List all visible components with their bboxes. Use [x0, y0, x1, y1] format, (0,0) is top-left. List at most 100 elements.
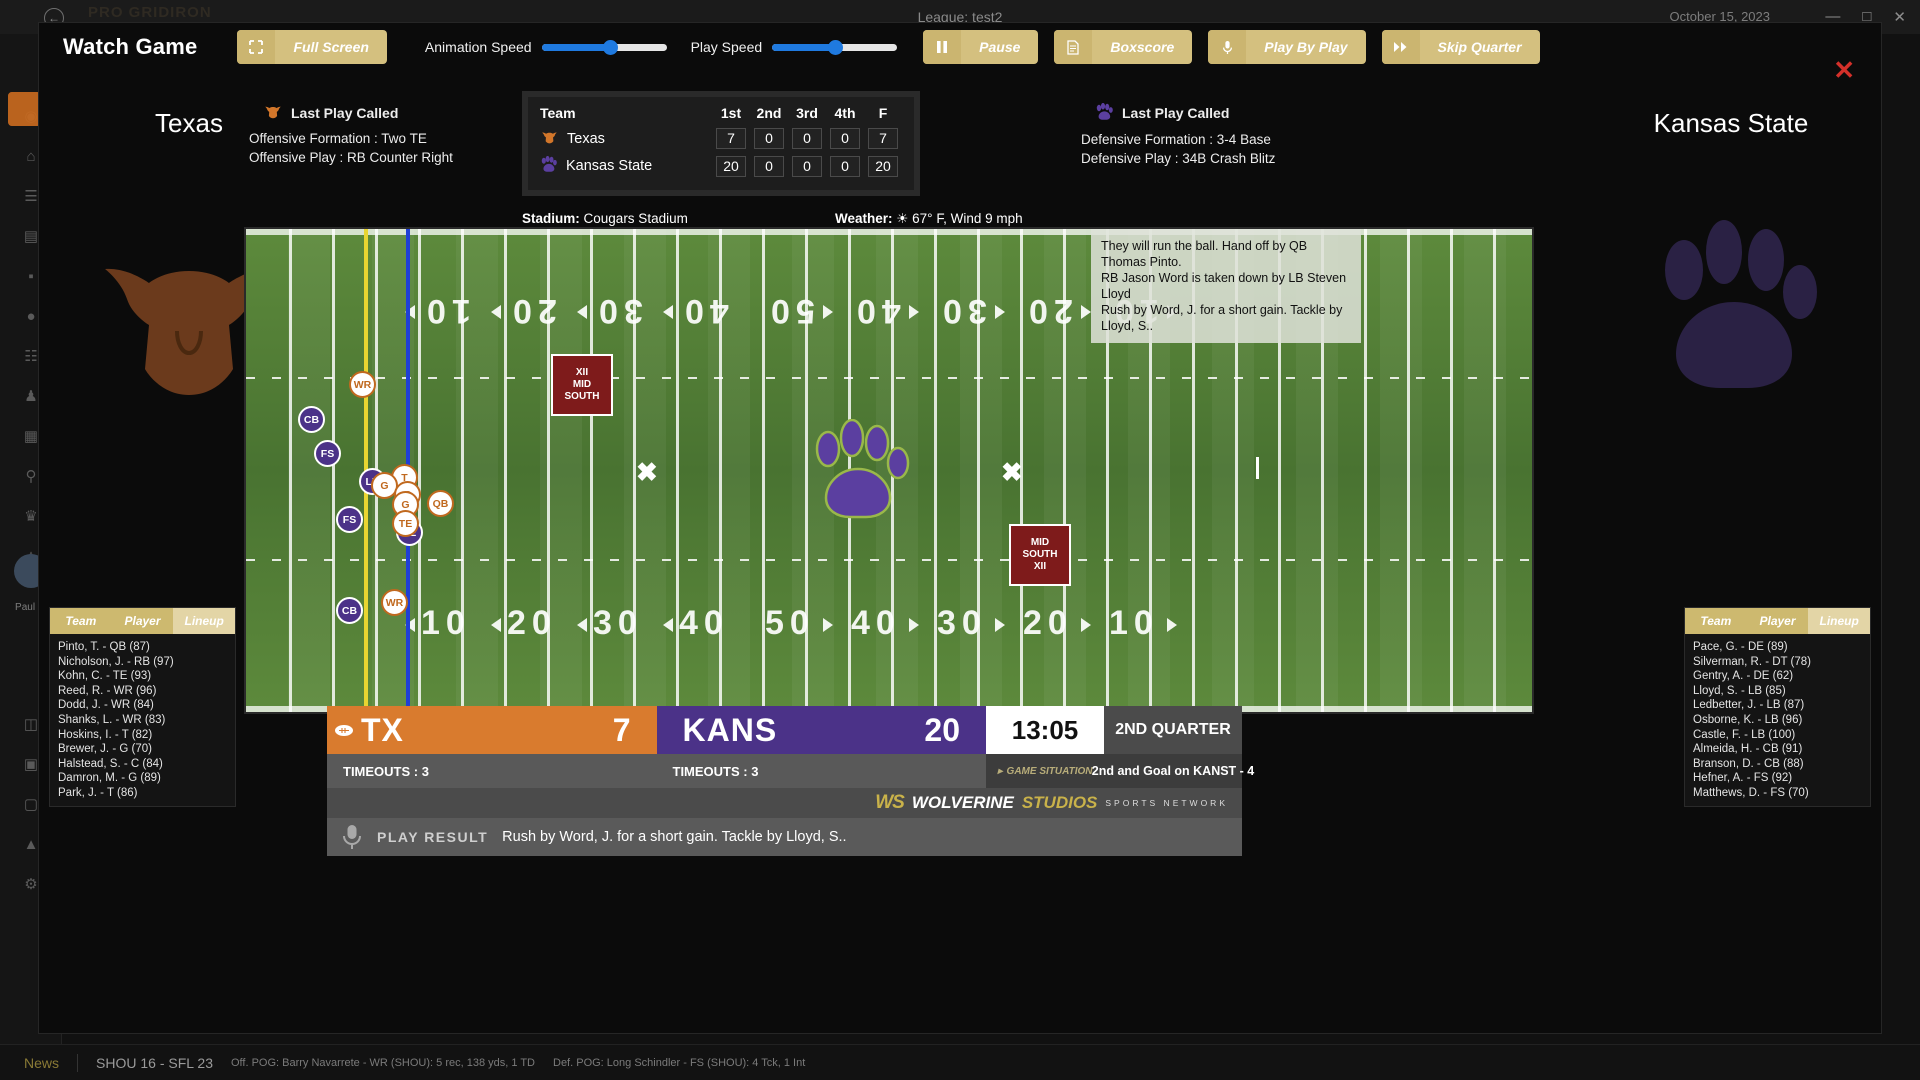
away-q2-cell: 0	[750, 152, 788, 180]
yard-number: 30	[937, 292, 987, 330]
microphone-icon	[1208, 30, 1247, 64]
status-def-pog: Def. POG: Long Schindler - FS (SHOU): 4 …	[553, 1056, 806, 1069]
home-roster-panel[interactable]: Team Player Lineup Pinto, T. - QB (87) Ni…	[49, 607, 236, 807]
play-speed-slider[interactable]	[772, 39, 898, 55]
list-item[interactable]: Pace, G. - DE (89)	[1693, 640, 1862, 655]
list-item[interactable]: Nicholson, J. - RB (97)	[58, 655, 227, 670]
expand-icon	[237, 30, 276, 64]
list-item[interactable]: Park, J. - T (86)	[58, 786, 227, 801]
weather-value: 67° F, Wind 9 mph	[912, 211, 1023, 226]
list-item[interactable]: Pinto, T. - QB (87)	[58, 640, 227, 655]
direction-arrow	[663, 618, 673, 632]
list-item[interactable]: Damron, M. - G (89)	[58, 771, 227, 786]
close-window-icon[interactable]: ✕	[1893, 8, 1906, 26]
boxscore-label: Boxscore	[1110, 39, 1175, 55]
tab-player[interactable]: Player	[1747, 608, 1809, 634]
list-item[interactable]: Branson, D. - CB (88)	[1693, 757, 1862, 772]
offense-player-te[interactable]: TE	[392, 510, 419, 537]
list-item[interactable]: Lloyd, S. - LB (85)	[1693, 684, 1862, 699]
list-item[interactable]: Hoskins, I. - T (82)	[58, 728, 227, 743]
yard-number: 10	[1109, 604, 1159, 642]
home-abbr: TX	[361, 711, 404, 748]
direction-arrow	[909, 618, 919, 632]
conference-logo-left: XII MID SOUTH	[551, 354, 613, 416]
defense-player-fs[interactable]: FS	[314, 440, 341, 467]
defense-play: Defensive Play : 34B Crash Blitz	[1081, 151, 1276, 166]
home-q1-cell: 7	[712, 125, 750, 152]
away-roster-tabs[interactable]: Team Player Lineup	[1685, 608, 1871, 634]
animation-speed-knob[interactable]	[603, 39, 619, 55]
document-icon	[1054, 30, 1093, 64]
row-team-away: Kansas State	[540, 152, 712, 180]
play-by-play-button[interactable]: Play By Play	[1208, 30, 1366, 64]
full-screen-button[interactable]: Full Screen	[237, 30, 387, 64]
list-item[interactable]: Shanks, L. - WR (83)	[58, 713, 227, 728]
direction-arrow	[663, 305, 673, 319]
tab-team[interactable]: Team	[1685, 608, 1747, 634]
football-field[interactable]: 102030405040302010 102030405040302010 XI…	[244, 227, 1534, 714]
tab-lineup[interactable]: Lineup	[1808, 608, 1871, 634]
list-item[interactable]: Ledbetter, J. - LB (87)	[1693, 698, 1862, 713]
play-by-play-label: Play By Play	[1264, 39, 1348, 55]
list-item[interactable]: Dodd, J. - WR (84)	[58, 698, 227, 713]
tab-player[interactable]: Player	[112, 608, 174, 634]
home-roster-list[interactable]: Pinto, T. - QB (87) Nicholson, J. - RB (9…	[50, 634, 235, 805]
skip-quarter-button[interactable]: Skip Quarter	[1381, 30, 1540, 64]
yard-line	[332, 229, 335, 712]
midfield-paw-logo	[806, 418, 916, 529]
status-news-label[interactable]: News	[24, 1055, 59, 1071]
defense-player-fs[interactable]: FS	[336, 506, 363, 533]
direction-arrow	[577, 305, 587, 319]
list-item[interactable]: Gentry, A. - DE (62)	[1693, 669, 1862, 684]
yard-number: 10	[421, 604, 471, 642]
play-speed-knob[interactable]	[827, 39, 843, 55]
last-play-offense-panel: Last Play Called Offensive Formation : T…	[249, 103, 453, 167]
play-result-text: Rush by Word, J. for a short gain. Tackl…	[502, 829, 847, 845]
defense-formation: Defensive Formation : 3-4 Base	[1081, 132, 1271, 147]
longhorn-icon	[540, 129, 559, 148]
list-item[interactable]: Almeida, H. - CB (91)	[1693, 742, 1862, 757]
offense-player-wr[interactable]: WR	[349, 371, 376, 398]
list-item[interactable]: Kohn, C. - TE (93)	[58, 669, 227, 684]
quarter-label: 2ND QUARTER	[1104, 706, 1242, 754]
table-row: Texas 7 0 0 0 7	[540, 125, 902, 152]
away-roster-panel[interactable]: Team Player Lineup Pace, G. - DE (89) Sil…	[1684, 607, 1871, 807]
home-q2-cell: 0	[750, 125, 788, 152]
table-row: Kansas State 20 0 0 0 20	[540, 152, 902, 180]
animation-speed-slider[interactable]	[541, 39, 667, 55]
list-item[interactable]: Halstead, S. - C (84)	[58, 757, 227, 772]
list-item[interactable]: Matthews, D. - FS (70)	[1693, 786, 1862, 801]
list-item[interactable]: Castle, F. - LB (100)	[1693, 728, 1862, 743]
direction-arrow	[1081, 618, 1091, 632]
away-final-cell: 20	[864, 152, 902, 180]
home-final: 7	[868, 128, 898, 149]
last-play-defense-panel: Last Play Called Defensive Formation : 3…	[1081, 102, 1276, 168]
yard-number: 20	[507, 292, 557, 330]
football-icon	[327, 724, 361, 737]
yard-number: 40	[851, 604, 901, 642]
game-situation-value: 2nd and Goal on KANST - 4	[1092, 754, 1254, 788]
list-item[interactable]: Osborne, K. - LB (96)	[1693, 713, 1862, 728]
col-q1: 1st	[720, 105, 742, 121]
offense-player-qb[interactable]: QB	[427, 490, 454, 517]
play-speed-control[interactable]: Play Speed	[691, 39, 898, 55]
animation-speed-control[interactable]: Animation Speed	[425, 39, 667, 55]
pause-button[interactable]: Pause	[923, 30, 1039, 64]
list-item[interactable]: Silverman, R. - DT (78)	[1693, 655, 1862, 670]
defense-player-cb[interactable]: CB	[298, 406, 325, 433]
tab-lineup[interactable]: Lineup	[173, 608, 236, 634]
defense-player-cb[interactable]: CB	[336, 597, 363, 624]
tab-team[interactable]: Team	[50, 608, 112, 634]
list-item[interactable]: Hefner, A. - FS (92)	[1693, 771, 1862, 786]
boxscore-button[interactable]: Boxscore	[1054, 30, 1193, 64]
list-item[interactable]: Reed, R. - WR (96)	[58, 684, 227, 699]
full-screen-label: Full Screen	[293, 39, 369, 55]
list-item[interactable]: Brewer, J. - G (70)	[58, 742, 227, 757]
home-live-score: 7	[612, 711, 631, 748]
col-q4: 4th	[834, 105, 856, 121]
brand-mark: WS	[875, 792, 905, 813]
offense-player-wr[interactable]: WR	[381, 589, 408, 616]
home-roster-tabs[interactable]: Team Player Lineup	[50, 608, 236, 634]
close-icon[interactable]: ✕	[1833, 57, 1855, 83]
away-roster-list[interactable]: Pace, G. - DE (89) Silverman, R. - DT (78…	[1685, 634, 1870, 805]
